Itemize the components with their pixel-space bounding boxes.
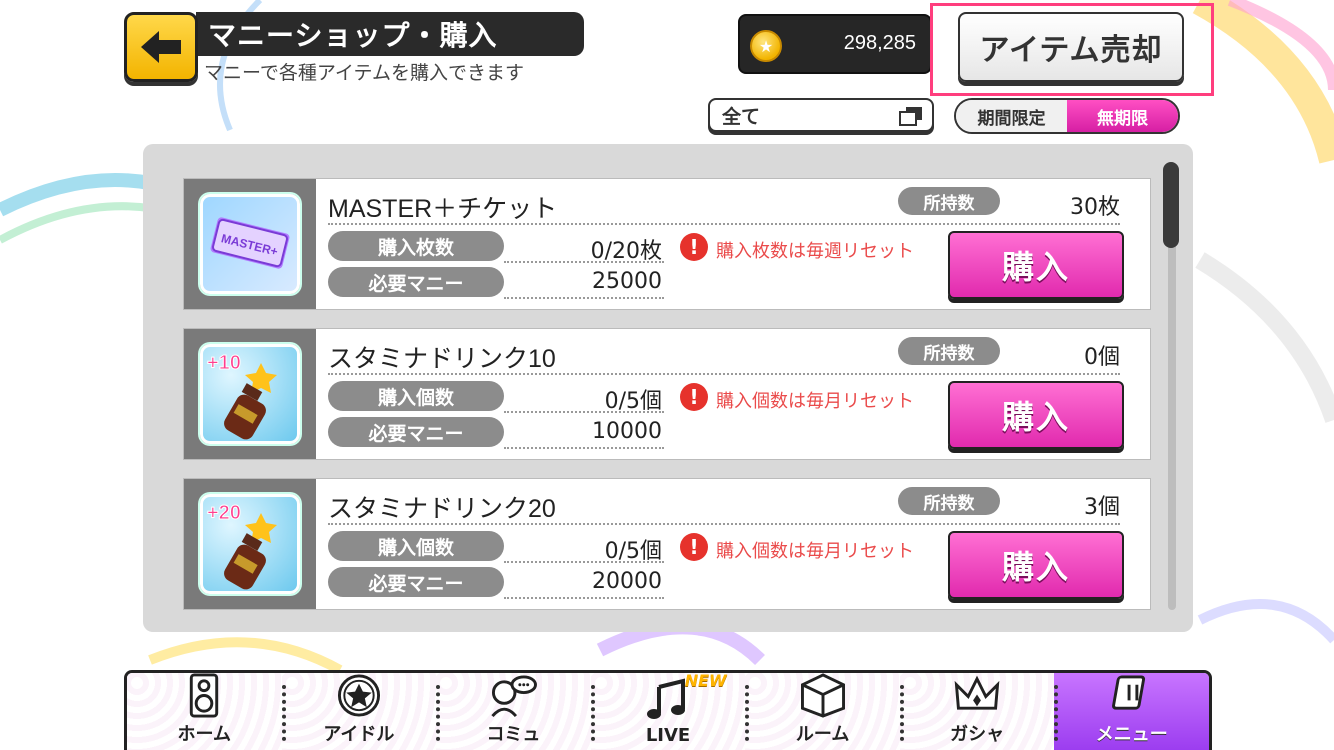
chat-icon xyxy=(491,675,538,718)
nav-label: メニュー xyxy=(1095,724,1168,745)
coin-icon: ★ xyxy=(750,30,782,62)
scrollbar-thumb[interactable] xyxy=(1163,162,1179,248)
divider xyxy=(504,411,664,413)
required-money-value: 25000 xyxy=(592,269,662,294)
sell-items-label: アイテム売却 xyxy=(979,33,1163,68)
required-money-label: 必要マニー xyxy=(328,567,504,597)
warning-icon: ! xyxy=(680,533,708,561)
back-button[interactable] xyxy=(124,12,198,82)
required-money-value: 20000 xyxy=(592,569,662,594)
money-display: ★ 298,285 xyxy=(738,14,932,74)
stamina-drink-icon: +10 xyxy=(200,344,300,444)
item-thumbnail-frame: +20 xyxy=(184,479,316,609)
item-name: スタミナドリンク10 xyxy=(328,345,556,373)
nav-label: アイドル xyxy=(323,724,395,745)
divider xyxy=(504,261,664,263)
required-money-label: 必要マニー xyxy=(328,417,504,447)
svg-text:+10: +10 xyxy=(207,352,241,374)
owned-label: 所持数 xyxy=(898,487,1000,515)
nav-item-menu[interactable]: メニュー xyxy=(1054,673,1209,750)
list-item: MASTER+ MASTER＋チケット 所持数 30枚 購入枚数 0/20枚 必… xyxy=(183,178,1151,310)
divider xyxy=(504,447,664,449)
period-option-limited[interactable]: 期間限定 xyxy=(956,100,1067,132)
buy-button-label: 購入 xyxy=(1001,398,1070,436)
divider xyxy=(328,373,1120,375)
room-icon xyxy=(800,673,845,718)
nav-item-idol[interactable]: アイドル xyxy=(281,673,437,750)
stamina-drink-icon: +20 xyxy=(200,494,300,594)
category-filter-value: 全て xyxy=(722,105,761,128)
ticket-icon: MASTER+ xyxy=(200,194,300,294)
item-thumbnail-frame: +10 xyxy=(184,329,316,459)
nav-item-home[interactable]: ホーム xyxy=(127,673,282,750)
buy-button-label: 購入 xyxy=(1001,548,1070,586)
divider xyxy=(504,297,664,299)
warning-icon: ! xyxy=(680,233,708,261)
period-toggle[interactable]: 期間限定 無期限 xyxy=(954,98,1180,134)
owned-value: 0個 xyxy=(1084,345,1120,370)
list-item: +10 スタミナドリンク10 所持数 0個 購入個数 0/5個 必要マニー 10… xyxy=(183,328,1151,460)
nav-label: ガシャ xyxy=(950,724,1005,745)
period-option-unlimited[interactable]: 無期限 xyxy=(1067,100,1178,132)
list-item: +20 スタミナドリンク20 所持数 3個 購入個数 0/5個 必要マニー 20… xyxy=(183,478,1151,610)
owned-value: 3個 xyxy=(1084,495,1120,520)
buy-button[interactable]: 購入 xyxy=(948,231,1124,299)
nav-label: LIVE xyxy=(645,725,691,746)
item-name: スタミナドリンク20 xyxy=(328,495,556,523)
buy-button[interactable]: 購入 xyxy=(948,531,1124,599)
divider xyxy=(504,597,664,599)
window-stack-icon xyxy=(899,107,922,126)
new-badge: NEW xyxy=(684,671,727,690)
menu-icon xyxy=(1111,675,1145,710)
svg-text:+20: +20 xyxy=(207,502,241,524)
sell-items-button[interactable]: アイテム売却 xyxy=(958,12,1184,82)
purchase-count-label: 購入枚数 xyxy=(328,231,504,261)
nav-item-room[interactable]: ルーム xyxy=(745,673,900,750)
owned-label: 所持数 xyxy=(898,337,1000,365)
nav-item-live[interactable]: NEW LIVE xyxy=(590,671,746,750)
item-thumbnail-frame: MASTER+ xyxy=(184,179,316,309)
money-value: 298,285 xyxy=(843,32,916,54)
buy-button[interactable]: 購入 xyxy=(948,381,1124,449)
star-icon xyxy=(337,674,380,717)
reset-notice: 購入枚数は毎週リセット xyxy=(716,241,914,262)
nav-item-commu[interactable]: コミュ xyxy=(436,673,591,750)
reset-notice: 購入個数は毎月リセット xyxy=(716,541,914,562)
divider xyxy=(328,223,1120,225)
purchase-count-label: 購入個数 xyxy=(328,531,504,561)
nav-label: ルーム xyxy=(795,724,850,745)
divider xyxy=(504,561,664,563)
nav-label: ホーム xyxy=(177,724,232,745)
buy-button-label: 購入 xyxy=(1001,248,1070,286)
category-filter-dropdown[interactable]: 全て xyxy=(708,98,934,132)
arrow-left-icon xyxy=(141,31,181,63)
speaker-icon xyxy=(190,673,219,718)
bottom-nav: ホーム アイドル コミュ NEW LIVE ルーム ガシャ メニュー xyxy=(124,670,1212,750)
page-title: マニーショップ・購入 xyxy=(208,19,498,52)
crown-icon xyxy=(954,675,1000,710)
required-money-label: 必要マニー xyxy=(328,267,504,297)
required-money-value: 10000 xyxy=(592,419,662,444)
divider xyxy=(328,523,1120,525)
reset-notice: 購入個数は毎月リセット xyxy=(716,391,914,412)
warning-icon: ! xyxy=(680,383,708,411)
page-subtitle: マニーで各種アイテムを購入できます xyxy=(204,62,524,84)
nav-item-gacha[interactable]: ガシャ xyxy=(899,673,1055,750)
owned-label: 所持数 xyxy=(898,187,1000,215)
owned-value: 30枚 xyxy=(1070,195,1120,220)
nav-label: コミュ xyxy=(486,724,541,745)
title-bar: マニーショップ・購入 xyxy=(196,12,584,56)
purchase-count-label: 購入個数 xyxy=(328,381,504,411)
item-name: MASTER＋チケット xyxy=(328,195,558,223)
